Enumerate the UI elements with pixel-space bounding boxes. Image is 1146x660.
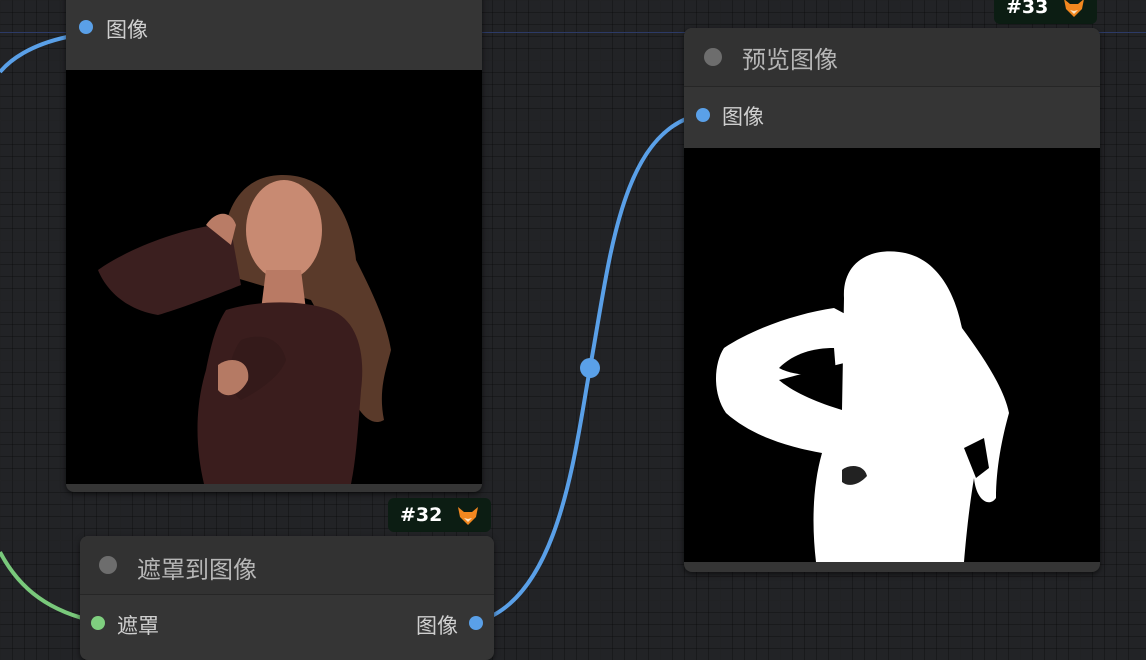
node-title-bar[interactable]: 遮罩到图像 bbox=[80, 536, 494, 595]
collapse-toggle[interactable] bbox=[704, 48, 722, 66]
image-output-slot[interactable] bbox=[79, 20, 93, 34]
mask-preview-image bbox=[684, 148, 1100, 562]
image-link-left[interactable] bbox=[0, 35, 68, 74]
mask-to-image-node[interactable]: 遮罩到图像 遮罩 图像 bbox=[80, 536, 494, 660]
node-id-text: #33 bbox=[1006, 0, 1049, 18]
node-id-badge-32: #32 bbox=[388, 498, 491, 532]
slot-row: 遮罩 图像 bbox=[80, 598, 494, 656]
collapse-toggle[interactable] bbox=[99, 556, 117, 574]
node-id-badge-33: #33 bbox=[994, 0, 1097, 24]
fox-icon bbox=[1064, 0, 1084, 17]
mask-input-label: 遮罩 bbox=[117, 614, 159, 638]
node-title-bar[interactable]: 预览图像 bbox=[684, 28, 1100, 87]
image-output-label: 图像 bbox=[416, 614, 458, 638]
source-image-preview bbox=[66, 70, 482, 484]
white-silhouette bbox=[716, 251, 1009, 562]
woman-photo bbox=[98, 174, 391, 484]
preview-image-node[interactable]: 预览图像 图像 bbox=[684, 28, 1100, 572]
source-image-node[interactable]: 图像 bbox=[66, 0, 482, 492]
image-input-label: 图像 bbox=[722, 105, 764, 129]
input-slot-row: 图像 bbox=[684, 86, 1100, 144]
output-slot-row: 图像 bbox=[66, 8, 482, 66]
link-midpoint-handle[interactable] bbox=[580, 358, 600, 378]
image-input-slot[interactable] bbox=[696, 108, 710, 122]
node-title: 遮罩到图像 bbox=[137, 556, 257, 584]
mask-input-slot[interactable] bbox=[91, 616, 105, 630]
node-title: 预览图像 bbox=[742, 46, 838, 74]
fox-icon bbox=[458, 506, 478, 525]
node-id-text: #32 bbox=[400, 504, 443, 526]
image-output-label: 图像 bbox=[106, 18, 148, 42]
image-output-slot[interactable] bbox=[469, 616, 483, 630]
